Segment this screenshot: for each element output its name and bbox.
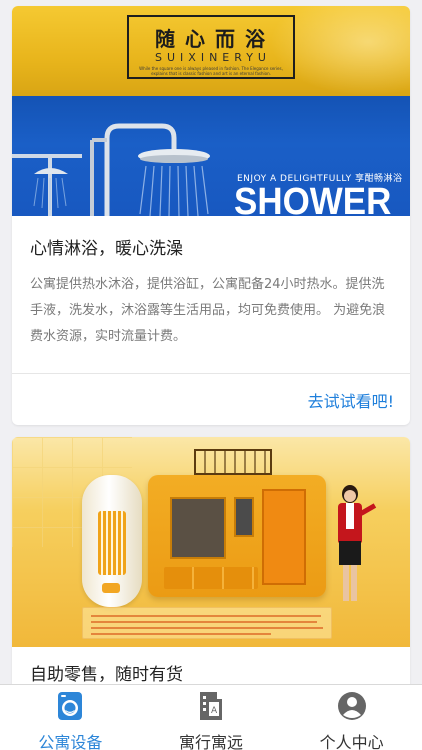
apartment-building-icon: A xyxy=(196,691,226,721)
tab-personal-center[interactable]: 个人中心 xyxy=(281,685,422,750)
feature-card-shower[interactable]: 随心而浴 SUIXINERYU While the square one is … xyxy=(12,6,410,425)
machine-sign xyxy=(194,449,272,475)
feature-card-vending[interactable]: 自助零售，随时有货 xyxy=(12,437,410,684)
feed: 随心而浴 SUIXINERYU While the square one is … xyxy=(0,0,422,684)
machine-door xyxy=(262,489,306,585)
attendant-figure xyxy=(330,485,377,605)
banner-title-en: SUIXINERYU xyxy=(155,51,271,64)
tab-apartment-travel[interactable]: A 寓行寓远 xyxy=(141,685,282,750)
washing-machine-icon xyxy=(55,691,85,721)
tab-apartment-devices[interactable]: 公寓设备 xyxy=(0,685,141,750)
banner-title-fineprint: While the square one is always pleased i… xyxy=(139,66,283,76)
tab-label: 公寓设备 xyxy=(38,733,103,750)
user-avatar-icon xyxy=(337,691,367,721)
card-title: 心情淋浴，暖心洗澡 xyxy=(30,239,183,259)
vending-banner-image xyxy=(12,437,410,647)
bottom-tab-bar: 公寓设备 A 寓行寓远 个人中心 xyxy=(0,684,422,750)
try-it-link[interactable]: 去试试看吧! xyxy=(308,388,394,412)
water-heater-illustration xyxy=(82,475,142,607)
heater-dial xyxy=(102,583,120,593)
machine-base xyxy=(164,567,258,589)
banner-title-cn: 随心而浴 xyxy=(155,27,275,51)
banner-title-frame: 随心而浴 SUIXINERYU While the square one is … xyxy=(127,15,295,79)
shower-banner-image: 随心而浴 SUIXINERYU While the square one is … xyxy=(12,6,410,216)
machine-screen xyxy=(170,497,226,559)
card-divider xyxy=(12,373,410,374)
machine-panel xyxy=(234,497,254,537)
card-description: 公寓提供热水沐浴，提供浴缸，公寓配备24小时热水。提供洗手液，洗发水，沐浴露等生… xyxy=(30,277,386,344)
card-title: 自助零售，随时有货 xyxy=(30,665,183,684)
heater-vent xyxy=(98,511,126,575)
vending-machine-illustration xyxy=(148,449,326,597)
svg-text:A: A xyxy=(211,706,218,716)
banner-big-word: SHOWER xyxy=(234,181,392,216)
banner-caption-box xyxy=(82,607,332,639)
tab-label: 寓行寓远 xyxy=(179,733,244,750)
tab-label: 个人中心 xyxy=(319,733,384,750)
